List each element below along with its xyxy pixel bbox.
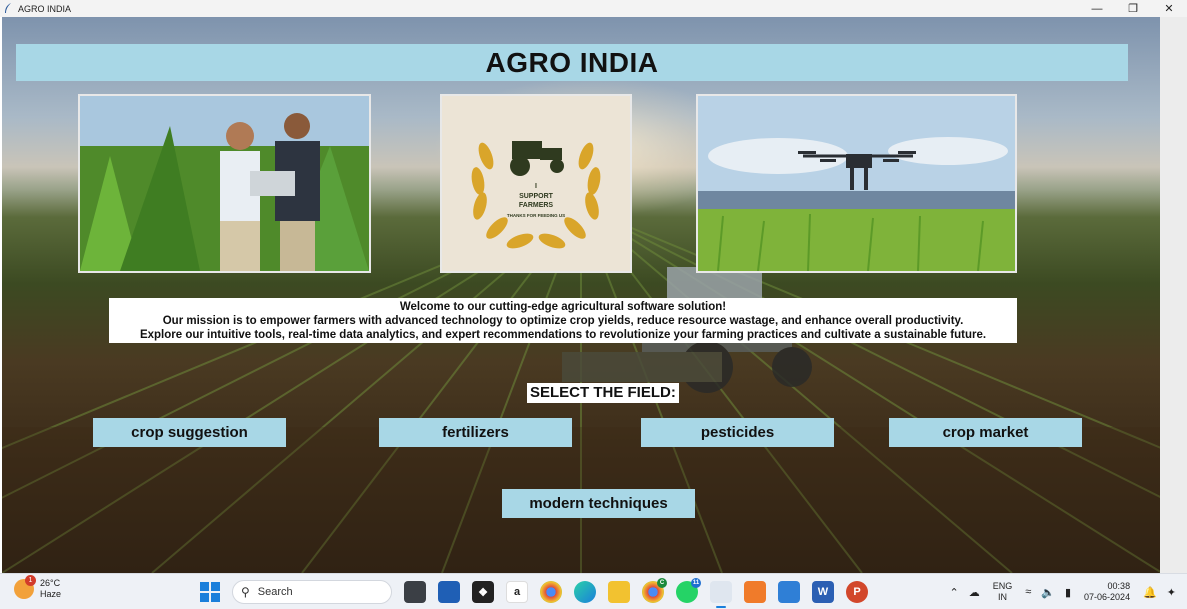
clock[interactable]: 00:38 07-06-2024 [1084,581,1130,603]
notification-bell-icon[interactable]: 🔔 [1143,586,1157,599]
window-controls: — ❐ ✕ [1079,0,1187,17]
store-icon[interactable] [438,581,460,603]
search-placeholder: Search [257,586,293,598]
drone-photo [696,94,1017,273]
powerpoint-icon[interactable]: P [846,581,868,603]
weather-badge: 1 [25,575,36,586]
whatsapp-icon[interactable]: 11 [676,578,701,603]
python-app-icon[interactable] [710,581,732,608]
windows-start-icon[interactable] [200,582,220,602]
task-view-icon[interactable] [404,581,426,603]
feather-icon [4,3,14,15]
language-code: ENG [992,581,1013,591]
logo-text-thanks: THANKS FOR FEEDING US [507,213,565,218]
modern-techniques-button[interactable]: modern techniques [502,489,695,518]
minimize-button[interactable]: — [1079,0,1115,17]
crop-market-button[interactable]: crop market [889,418,1082,447]
copilot-icon[interactable]: ✦ [1167,586,1176,599]
support-farmers-logo: I SUPPORT FARMERS THANKS FOR FEEDING US [440,94,632,273]
logo-text-i: I [535,183,537,190]
chrome-profile-icon[interactable]: C [642,578,667,603]
app-background: AGRO INDIA I SUPPORT FARMERS THANKS FOR … [2,17,1160,573]
xampp-icon[interactable] [744,581,766,603]
dropbox-icon[interactable]: ❖ [472,581,494,603]
pesticides-button[interactable]: pesticides [641,418,834,447]
system-tray: ⌃ ☁ ENG IN ≈ 🔈 ▮ 00:38 07-06-2024 🔔 ✦ [944,578,1181,606]
logo-text-farmers: FARMERS [519,202,554,209]
cloud-icon[interactable]: ☁ [969,586,980,599]
weather-condition: Haze [40,589,62,599]
app-title: AGRO INDIA [485,46,659,78]
language-region: IN [997,592,1007,602]
close-button[interactable]: ✕ [1151,0,1187,17]
taskbar-search-box[interactable]: ⚲ Search [232,580,392,604]
mission-line-welcome: Welcome to our cutting-edge agricultural… [399,301,727,313]
clock-date: 07-06-2024 [1084,592,1131,602]
chevron-up-icon[interactable]: ⌃ [949,586,958,599]
farmers-photo [78,94,371,273]
mission-line-explore: Explore our intuitive tools, real-time d… [139,329,987,341]
window-titlebar: AGRO INDIA — ❐ ✕ [0,0,1187,17]
select-field-label: SELECT THE FIELD: [527,383,679,403]
mission-line-purpose: Our mission is to empower farmers with a… [162,315,964,327]
taskbar-apps: ⚲ Search ❖ a C 11 W P [200,578,874,608]
word-icon[interactable]: W [812,581,834,603]
restore-button[interactable]: ❐ [1115,0,1151,17]
taskbar: 1 26°C Haze ⚲ Search ❖ a C 11 W P ⌃ ☁ EN… [0,573,1187,609]
file-explorer-icon[interactable] [608,581,630,603]
whatsapp-badge: 11 [691,578,701,588]
window-title: AGRO INDIA [18,3,72,14]
weather-widget[interactable]: 1 26°C Haze [14,575,62,600]
wifi-icon[interactable]: ≈ [1025,586,1031,598]
mission-statement: Welcome to our cutting-edge agricultural… [109,298,1017,343]
language-indicator[interactable]: ENG IN [993,581,1013,603]
search-icon: ⚲ [241,585,250,599]
haze-sun-icon: 1 [14,575,36,599]
fertilizers-button[interactable]: fertilizers [379,418,572,447]
logo-text-support: SUPPORT [519,193,554,200]
app-header-banner: AGRO INDIA [16,44,1128,81]
window-scrollbar[interactable] [1160,17,1187,573]
chrome-icon[interactable] [540,581,562,603]
crop-suggestion-button[interactable]: crop suggestion [93,418,286,447]
chrome-profile-badge: C [657,578,667,588]
photos-icon[interactable] [778,581,800,603]
weather-temperature: 26°C [40,578,61,588]
clock-time: 00:38 [1107,581,1131,591]
edge-icon[interactable] [574,581,596,603]
volume-icon[interactable]: 🔈 [1041,586,1055,599]
amazon-icon[interactable]: a [506,581,528,603]
battery-icon[interactable]: ▮ [1065,586,1071,599]
